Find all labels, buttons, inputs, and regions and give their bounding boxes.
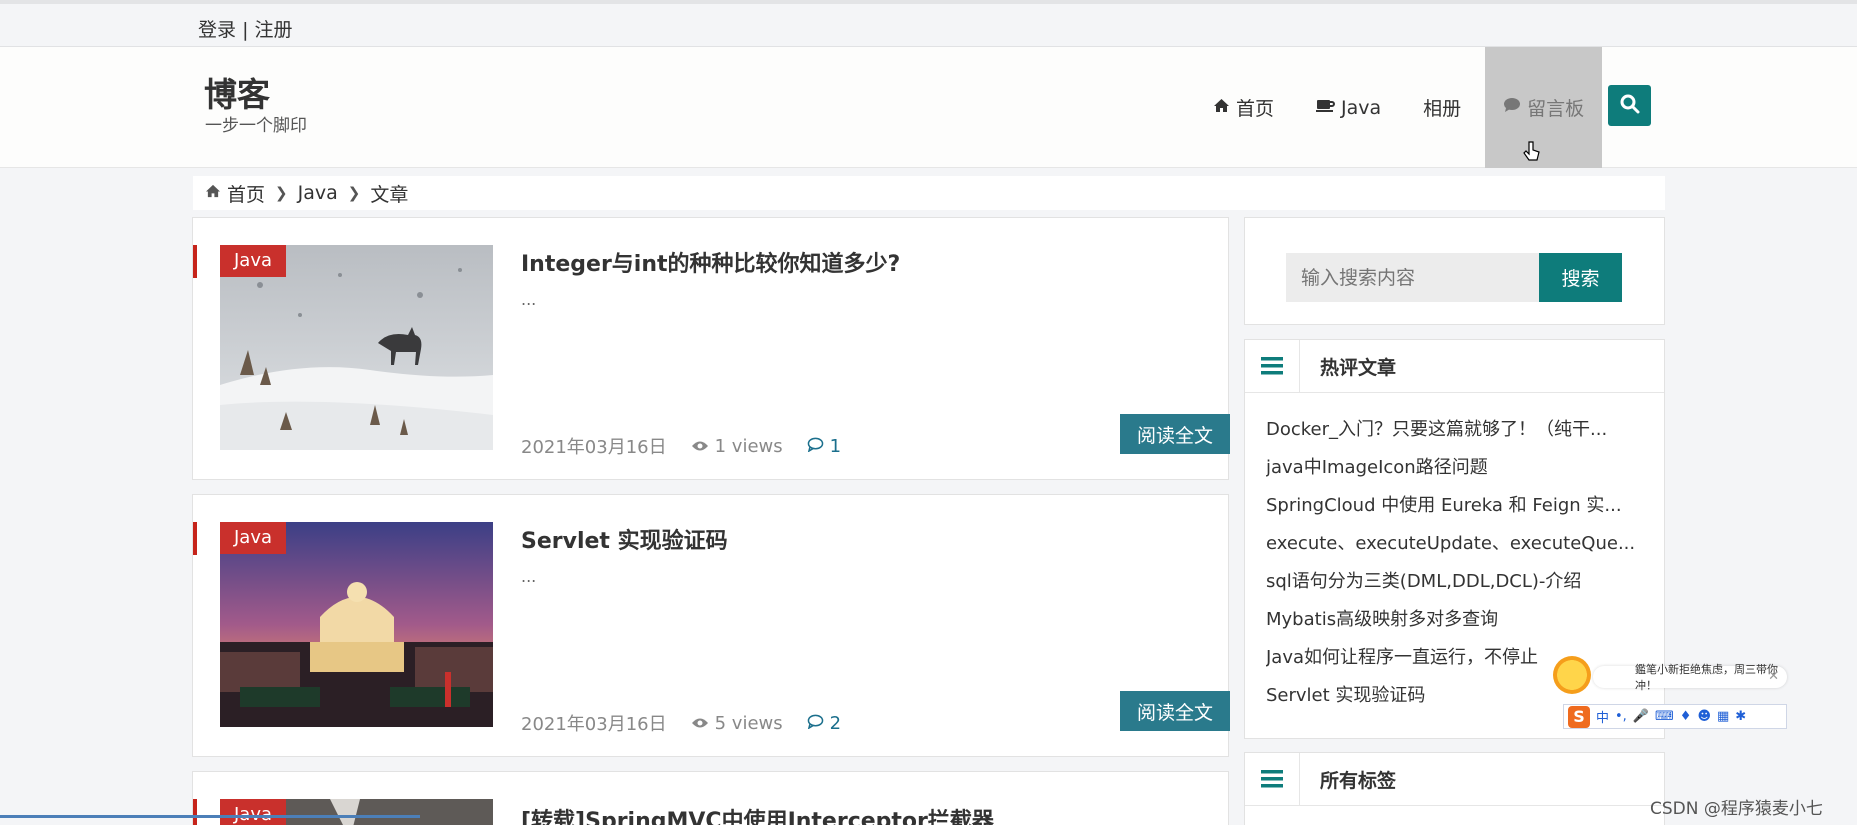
article-views-count: 5 views [714,712,783,734]
search-submit-button[interactable]: 搜索 [1539,253,1622,302]
site-subtitle: 一步一个脚印 [205,116,307,136]
top-bar: 登录 | 注册 [0,0,1857,47]
nav-label-guestbook: 留言板 [1527,98,1585,120]
punctuation-icon[interactable]: •, [1615,709,1627,724]
auth-links: 登录 | 注册 [198,15,293,42]
category-tag[interactable]: Java [220,522,287,554]
article-title[interactable]: [转载]SpringMVC中使用Interceptor拦截器 [521,803,994,825]
article-views-count: 1 views [714,435,783,457]
article-title[interactable]: Integer与int的种种比较你知道多少? [521,246,900,278]
menu-icon [1245,752,1300,806]
category-tag[interactable]: Java [220,799,287,825]
comment-icon [807,436,824,457]
chevron-right-icon: ❯ [347,184,361,202]
comment-icon [807,713,824,734]
nav-label-home: 首页 [1236,98,1275,120]
article-comments-count: 1 [829,435,842,457]
list-item[interactable]: Mybatis高级映射多对多查询 [1266,605,1641,643]
login-link[interactable]: 登录 [198,19,236,41]
home-icon [1213,98,1230,118]
mouse-cursor-icon [1523,140,1541,168]
comment-icon [1503,97,1521,118]
article-card: Java Servlet 实现验证码 ... 2021年03月16日 5 vie… [192,494,1230,757]
ime-tip-text: 鑑笔小新拒绝焦虑，周三带你冲！ [1635,663,1778,692]
list-item[interactable]: execute、executeUpdate、executeQue... [1266,529,1641,567]
skin-icon[interactable]: ♦ [1680,709,1692,724]
panel-title: 热评文章 [1320,356,1397,379]
site-header: 博客 一步一个脚印 首页 Java 相册 留言板 [0,47,1857,168]
ime-toolbar: 鑑笔小新拒绝焦虑，周三带你冲！ ✕ S 中 •, 🎤 ⌨ ♦ ☻ ▦ ✱ [1553,656,1787,730]
article-meta: 2021年03月16日 1 views 1 [521,433,841,459]
read-more-button[interactable]: 阅读全文 [1120,691,1230,731]
panel-header: 所有标签 [1245,752,1664,806]
auth-divider: | [242,19,249,41]
nav-item-album[interactable]: 相册 [1405,47,1479,168]
search-icon [1620,94,1640,118]
progress-line [0,815,420,818]
card-accent-bar [193,245,197,278]
article-comments-count: 2 [829,712,842,734]
emoji-icon[interactable]: ☻ [1697,709,1711,724]
breadcrumb: 首页 ❯ Java ❯ 文章 [193,176,1665,210]
article-title[interactable]: Servlet 实现验证码 [521,523,728,555]
coffee-icon [1316,98,1335,118]
article-views: 1 views [691,436,783,457]
article-comments[interactable]: 1 [807,436,841,457]
category-tag[interactable]: Java [220,245,287,277]
ime-mascot-icon[interactable] [1553,656,1591,694]
register-link[interactable]: 注册 [255,19,293,41]
home-icon [205,183,221,203]
watermark: CSDN @程序猿麦小七 [1650,799,1823,819]
breadcrumb-category[interactable]: Java [298,182,338,204]
list-item[interactable]: java中ImageIcon路径问题 [1266,453,1641,491]
panel-title: 所有标签 [1320,769,1397,792]
article-views: 5 views [691,713,783,734]
list-item[interactable]: sql语句分为三类(DML,DDL,DCL)-介绍 [1266,567,1641,605]
header-search-button[interactable] [1608,85,1651,126]
article-card: Java Integer与int的种种比较你知道多少? ... 2021年03月… [192,217,1230,480]
main-nav: 首页 Java 相册 留言板 [1195,47,1603,168]
search-input[interactable] [1286,253,1539,302]
article-meta: 2021年03月16日 5 views 2 [521,710,841,736]
eye-icon [691,713,709,734]
ime-tip: 鑑笔小新拒绝焦虑，周三带你冲！ ✕ [1593,663,1787,692]
ime-lang[interactable]: 中 [1596,707,1609,726]
all-tags-panel: 所有标签 [1244,752,1665,825]
card-accent-bar [193,799,197,825]
nav-item-home[interactable]: 首页 [1195,47,1292,168]
breadcrumb-current: 文章 [370,183,409,206]
ime-bar: S 中 •, 🎤 ⌨ ♦ ☻ ▦ ✱ [1563,704,1787,729]
list-item[interactable]: SpringCloud 中使用 Eureka 和 Feign 实... [1266,491,1641,529]
eye-icon [691,436,709,457]
nav-label-java: Java [1341,96,1382,119]
settings-icon[interactable]: ✱ [1735,709,1746,724]
list-item[interactable]: Docker_入门？只要这篇就够了！（纯干... [1266,415,1641,453]
breadcrumb-home[interactable]: 首页 [227,180,265,207]
nav-item-java[interactable]: Java [1298,47,1399,168]
close-icon[interactable]: ✕ [1768,669,1779,684]
read-more-button[interactable]: 阅读全文 [1120,414,1230,454]
article-date: 2021年03月16日 [521,437,667,458]
card-accent-bar [193,522,197,555]
article-comments[interactable]: 2 [807,713,841,734]
panel-header: 热评文章 [1245,339,1664,393]
site-title[interactable]: 博客 [204,68,270,116]
sogou-logo-icon[interactable]: S [1568,705,1590,728]
microphone-icon[interactable]: 🎤 [1633,709,1649,724]
article-excerpt: ... [521,290,537,309]
article-date: 2021年03月16日 [521,714,667,735]
sidebar-search: 搜索 [1244,217,1665,325]
keyboard-icon[interactable]: ⌨ [1655,709,1674,724]
chevron-right-icon: ❯ [275,184,288,202]
article-excerpt: ... [521,567,537,586]
menu-icon [1245,339,1300,393]
toolbox-icon[interactable]: ▦ [1717,709,1729,724]
nav-item-guestbook[interactable]: 留言板 [1485,47,1603,168]
nav-label-album: 相册 [1423,98,1462,120]
